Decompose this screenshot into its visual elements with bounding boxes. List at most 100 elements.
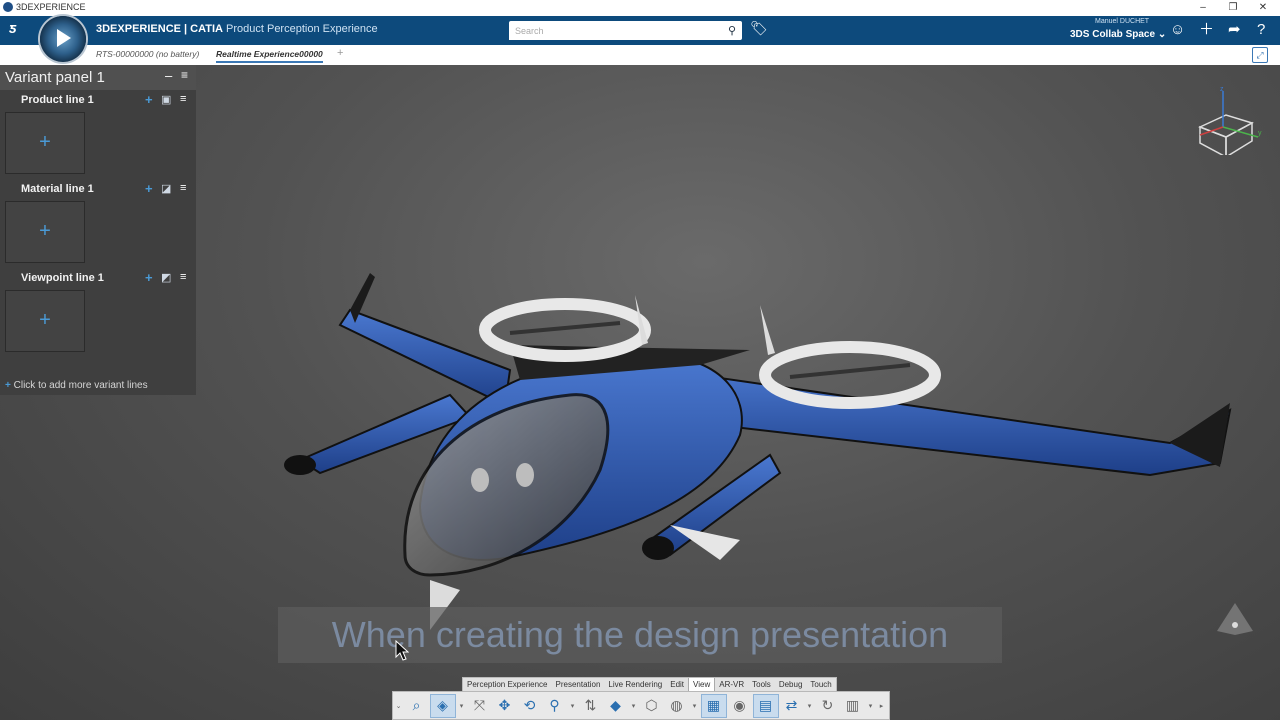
variant-line-label: Product line 1 (21, 94, 94, 106)
left-rotor-blade (509, 321, 621, 335)
help-icon[interactable]: ? (1257, 21, 1265, 39)
material-icon[interactable]: ◪ (161, 182, 171, 195)
more-icon[interactable]: ▸ (877, 695, 887, 717)
product-icon[interactable]: ▣ (161, 93, 171, 106)
os-titlebar: 3DEXPERIENCE – ❐ ✕ (0, 0, 1280, 17)
passenger-figure (516, 463, 534, 487)
variant-panel-title: Variant panel 1 (5, 69, 105, 86)
3d-viewport[interactable]: Variant panel 1 – ≡ Product line 1 + ▣ ≡… (0, 65, 1280, 720)
line-menu-icon[interactable]: ≡ (180, 93, 186, 105)
dropdown-arrow-icon[interactable]: ▾ (629, 695, 639, 717)
hide-show-icon[interactable]: ◍ (665, 695, 689, 717)
expand-icon[interactable]: ⤢ (1252, 47, 1268, 63)
variant-slot[interactable]: + (5, 290, 85, 352)
variant-slot[interactable]: + (5, 112, 85, 174)
collab-space-label: 3DS Collab Space (1070, 29, 1156, 40)
navigation-cube-icon[interactable]: z y (1188, 85, 1264, 155)
normal-view-icon[interactable]: ⇅ (579, 695, 603, 717)
add-variant-icon[interactable]: + (145, 181, 153, 196)
tab-realtime-experience[interactable]: Realtime Experience00000 (216, 49, 323, 63)
tab-live-rendering[interactable]: Live Rendering (604, 678, 666, 691)
dropdown-arrow-icon[interactable]: ▾ (805, 695, 815, 717)
search-box: ⚲ (509, 21, 742, 40)
plus-icon: + (5, 380, 11, 391)
add-variant-lines-link[interactable]: + Click to add more variant lines (5, 380, 148, 391)
mouse-cursor-icon (395, 640, 409, 661)
tab-touch[interactable]: Touch (806, 678, 835, 691)
fit-all-icon[interactable]: ⤧ (468, 695, 492, 717)
tab-tools[interactable]: Tools (748, 678, 775, 691)
zoom-icon[interactable]: ⚲ (543, 695, 567, 717)
iso-view-icon[interactable]: ◆ (604, 695, 628, 717)
action-bar: ⌄ ⌕ ◈ ▾ ⤧ ✥ ⟲ ⚲ ▾ ⇅ ◆ ▾ ⬡ ◍ ▾ ▦ ◉ ▤ ⇄ ▾ … (392, 691, 890, 720)
variant-line-label: Viewpoint line 1 (21, 272, 104, 284)
variant-slot[interactable]: + (5, 201, 85, 263)
pan-icon[interactable]: ✥ (493, 695, 517, 717)
search-input[interactable] (509, 22, 721, 40)
compass-play-icon[interactable] (40, 16, 86, 62)
zoom-area-icon[interactable]: ⌕ (405, 695, 429, 717)
app-name: Product Perception Experience (226, 23, 378, 35)
right-nacelle-tip (642, 536, 674, 560)
swap-icon[interactable]: ⇄ (780, 695, 804, 717)
viewpoint-icon[interactable]: ◩ (161, 271, 171, 284)
line-menu-icon[interactable]: ≡ (180, 182, 186, 194)
subtitle-caption: When creating the design presentation (278, 607, 1002, 663)
minimize-panel-icon[interactable]: – (165, 68, 172, 83)
share-icon[interactable]: ➦ (1228, 21, 1241, 39)
display-icon[interactable]: ▦ (700, 693, 727, 718)
dropdown-arrow-icon[interactable]: ▾ (690, 695, 700, 717)
ds-logo-icon[interactable]: ƽ (9, 20, 16, 37)
chevron-down-icon: ⌄ (1157, 29, 1167, 40)
tab-presentation[interactable]: Presentation (552, 678, 605, 691)
refresh-icon[interactable]: ↻ (816, 695, 840, 717)
tab-view[interactable]: View (688, 678, 716, 691)
close-icon[interactable]: ✕ (1248, 0, 1278, 16)
tail-fin (760, 305, 775, 355)
play-icon (57, 29, 71, 47)
aircraft-model[interactable] (270, 205, 1250, 655)
camera-icon[interactable]: ◉ (728, 695, 752, 717)
variant-line-viewpoint: Viewpoint line 1 + ◩ ≡ + (0, 268, 196, 357)
dropdown-arrow-icon[interactable]: ▾ (866, 695, 876, 717)
tab-debug[interactable]: Debug (775, 678, 807, 691)
add-variant-icon[interactable]: + (145, 92, 153, 107)
variant-line-material: Material line 1 + ◪ ≡ + (0, 179, 196, 268)
app-icon (3, 2, 13, 12)
minimize-icon[interactable]: – (1188, 0, 1218, 16)
add-tab-icon[interactable]: + (337, 47, 343, 59)
shading-icon[interactable]: ▤ (752, 693, 779, 718)
tab-rts[interactable]: RTS-00000000 (no battery) (96, 49, 199, 59)
restore-icon[interactable]: ❐ (1218, 0, 1248, 16)
tag-icon[interactable]: 🏷 (750, 20, 768, 37)
tab-ar-vr[interactable]: AR-VR (715, 678, 748, 691)
dropdown-arrow-icon[interactable]: ▾ (568, 695, 578, 717)
light-compass-icon[interactable] (1213, 595, 1257, 639)
panel-menu-icon[interactable]: ≡ (181, 68, 188, 82)
left-nacelle-tip (284, 455, 316, 475)
section-tabs: Perception Experience Presentation Live … (462, 677, 837, 692)
line-menu-icon[interactable]: ≡ (180, 271, 186, 283)
search-icon[interactable]: ⚲ (728, 24, 736, 37)
variant-panel: Variant panel 1 – ≡ Product line 1 + ▣ ≡… (0, 65, 196, 395)
user-name[interactable]: Manuel DUCHET (1095, 18, 1149, 25)
tab-edit[interactable]: Edit (666, 678, 688, 691)
dropdown-arrow-icon[interactable]: ▾ (457, 695, 467, 717)
variant-line-product: Product line 1 + ▣ ≡ + (0, 90, 196, 179)
svg-text:z: z (1220, 86, 1224, 93)
user-profile-icon[interactable]: ☺ (1170, 21, 1185, 39)
variant-panel-header: Variant panel 1 – ≡ (0, 65, 196, 90)
collab-space-selector[interactable]: 3DS Collab Space ⌄ (1070, 29, 1166, 40)
view-cube-icon[interactable]: ◈ (429, 693, 456, 718)
passenger-figure (471, 468, 489, 492)
right-rotor-blade (789, 363, 911, 379)
layout-icon[interactable]: ▥ (841, 695, 865, 717)
add-variant-lines-label: Click to add more variant lines (13, 380, 148, 391)
add-variant-icon[interactable]: + (145, 270, 153, 285)
toolbar-collapse-icon[interactable]: ⌄ (394, 695, 404, 717)
render-style-icon[interactable]: ⬡ (640, 695, 664, 717)
variant-line-label: Material line 1 (21, 183, 94, 195)
rotate-icon[interactable]: ⟲ (518, 695, 542, 717)
tab-perception-experience[interactable]: Perception Experience (463, 678, 552, 691)
add-icon[interactable]: ＋ (1199, 21, 1214, 39)
